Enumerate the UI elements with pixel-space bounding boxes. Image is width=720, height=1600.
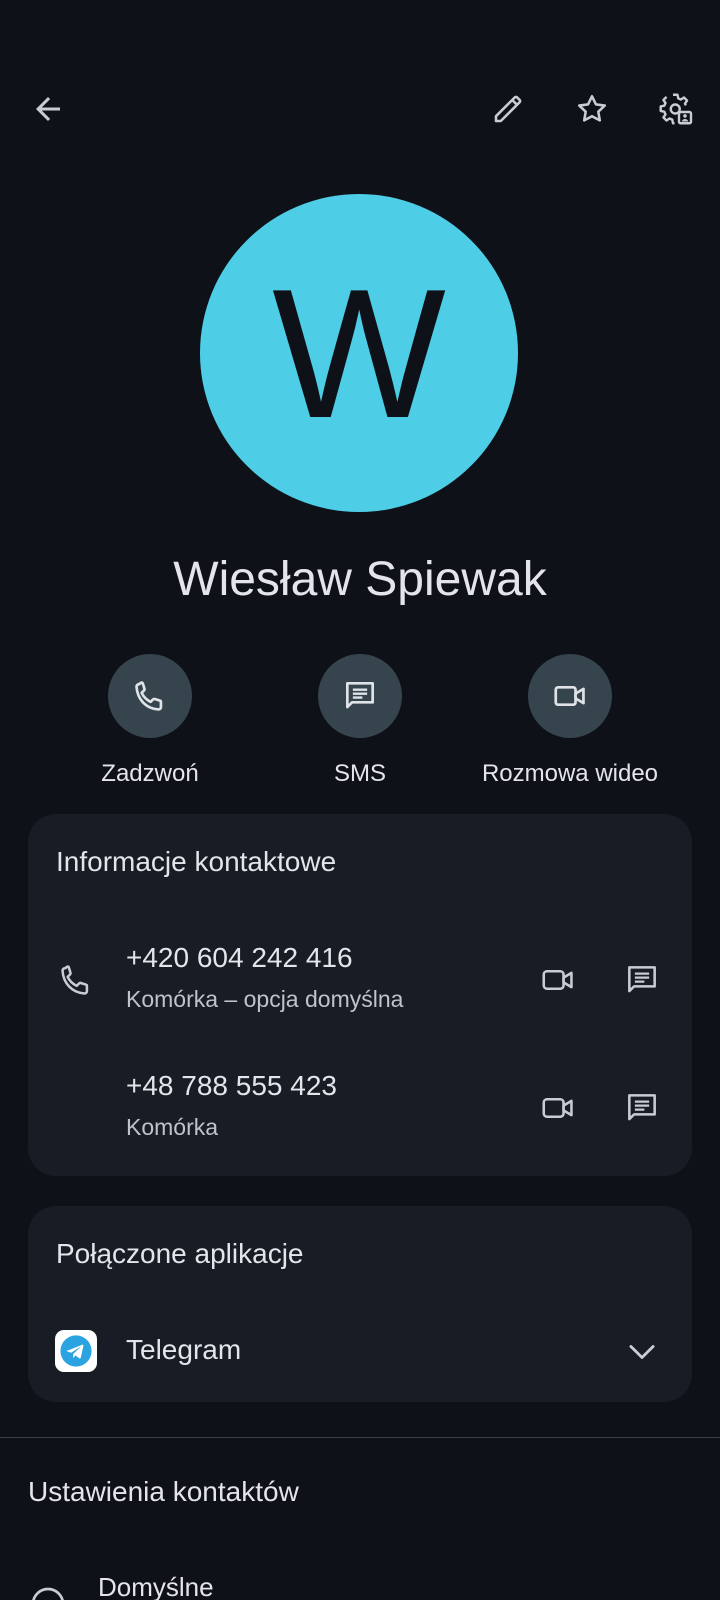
edit-button[interactable] <box>480 81 536 137</box>
expand-button[interactable] <box>618 1328 666 1376</box>
sms-number-1-button[interactable] <box>618 956 666 1004</box>
message-icon <box>345 681 375 709</box>
phone-number[interactable]: +48 788 555 423 <box>126 1070 337 1102</box>
sms-action-circle[interactable] <box>318 654 402 738</box>
connected-apps-card: Połączone aplikacje Telegram <box>28 1206 692 1402</box>
circle-icon <box>32 1587 64 1600</box>
videocam-icon <box>542 1098 573 1118</box>
contact-settings-button[interactable] <box>648 81 704 137</box>
star-outline-icon <box>577 94 607 122</box>
back-button[interactable] <box>20 81 76 137</box>
arrow-back-icon <box>36 97 60 121</box>
chevron-down-icon <box>629 1345 655 1359</box>
phone-label: Komórka – opcja domyślna <box>126 986 404 1012</box>
contact-avatar: W <box>200 194 518 512</box>
pencil-icon <box>494 95 522 123</box>
message-icon <box>628 966 656 993</box>
setting-item-label: Domyślne <box>98 1572 214 1600</box>
video-call-action-label: Rozmowa wideo <box>481 760 659 787</box>
call-action-label: Zadzwoń <box>101 760 199 787</box>
videocam-icon <box>542 970 573 990</box>
call-action-button[interactable]: Zadzwoń <box>40 654 260 788</box>
phone-number[interactable]: +420 604 242 416 <box>126 942 353 974</box>
video-call-action-circle[interactable] <box>528 654 612 738</box>
avatar-letter: W <box>272 250 446 456</box>
app-name: Telegram <box>126 1334 242 1365</box>
contact-details-screen: W Wiesław Spiewak Zadzwoń SMS Rozmowa wi… <box>0 0 720 1600</box>
videocam-icon <box>554 685 585 707</box>
sms-number-2-button[interactable] <box>618 1084 666 1132</box>
favorite-button[interactable] <box>564 81 620 137</box>
contact-name: Wiesław Spiewak <box>173 553 547 606</box>
phone-icon <box>61 965 89 995</box>
call-action-circle[interactable] <box>108 654 192 738</box>
sms-action-label: SMS <box>333 760 386 787</box>
contact-settings-icon <box>659 93 693 125</box>
telegram-icon <box>55 1330 97 1372</box>
video-call-number-2-button[interactable] <box>534 1084 582 1132</box>
video-call-number-1-button[interactable] <box>534 956 582 1004</box>
section-divider <box>0 1437 720 1438</box>
phone-label: Komórka <box>126 1114 219 1140</box>
contact-settings-title: Ustawienia kontaktów <box>28 1476 299 1507</box>
message-icon <box>628 1094 656 1121</box>
phone-row-icon <box>52 956 100 1004</box>
sms-action-button[interactable]: SMS <box>250 654 470 788</box>
connected-apps-title: Połączone aplikacje <box>56 1238 304 1269</box>
phone-icon <box>135 681 163 711</box>
contact-info-card: Informacje kontaktowe +420 604 242 416 K… <box>28 814 692 1176</box>
video-call-action-button[interactable]: Rozmowa wideo <box>460 654 680 788</box>
contact-info-title: Informacje kontaktowe <box>56 846 337 877</box>
